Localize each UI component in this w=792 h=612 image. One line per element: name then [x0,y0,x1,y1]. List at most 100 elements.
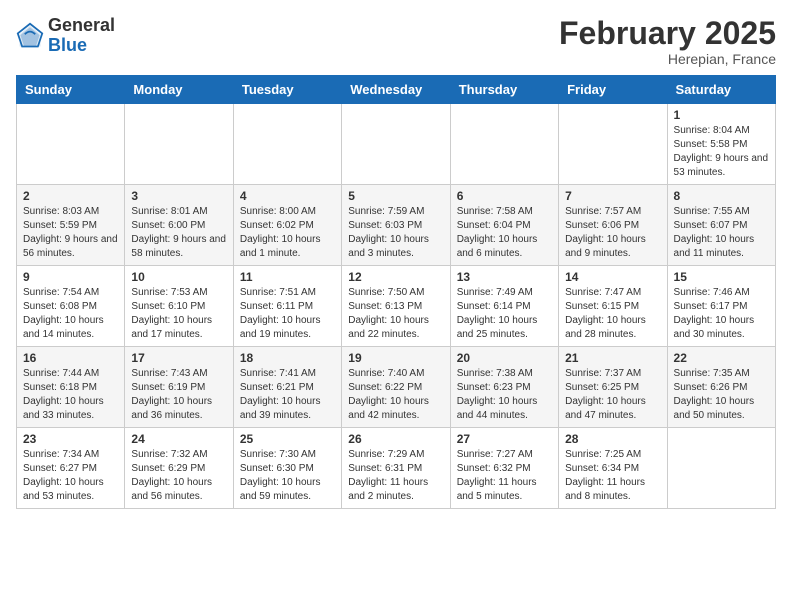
calendar-cell: 15 Sunrise: 7:46 AM Sunset: 6:17 PM Dayli… [667,266,775,347]
calendar-cell: 26 Sunrise: 7:29 AM Sunset: 6:31 PM Dayli… [342,428,450,509]
day-info: Sunrise: 7:49 AM Sunset: 6:14 PM Dayligh… [457,286,552,342]
day-info: Sunrise: 8:00 AM Sunset: 6:02 PM Dayligh… [240,205,335,261]
calendar-cell [125,104,233,185]
logo: General Blue [16,16,115,56]
day-info: Sunrise: 7:34 AM Sunset: 6:27 PM Dayligh… [23,448,118,504]
calendar-cell: 2Sunrise: 8:03 AM Sunset: 5:59 PM Daylig… [17,185,125,266]
day-number: 14 [565,270,660,284]
day-number: 17 [131,351,226,365]
calendar-cell: 28 Sunrise: 7:25 AM Sunset: 6:34 PM Dayli… [559,428,667,509]
logo-blue: Blue [48,35,87,55]
calendar-cell: 12 Sunrise: 7:50 AM Sunset: 6:13 PM Dayli… [342,266,450,347]
day-info: Sunrise: 7:59 AM Sunset: 6:03 PM Dayligh… [348,205,443,261]
day-info: Sunrise: 7:44 AM Sunset: 6:18 PM Dayligh… [23,367,118,423]
weekday-header-tuesday: Tuesday [233,76,341,104]
calendar-cell: 10 Sunrise: 7:53 AM Sunset: 6:10 PM Dayli… [125,266,233,347]
calendar-cell: 1 Sunrise: 8:04 AM Sunset: 5:58 PM Daylig… [667,104,775,185]
day-info: Sunrise: 7:55 AM Sunset: 6:07 PM Dayligh… [674,205,769,261]
day-info: Sunrise: 7:38 AM Sunset: 6:23 PM Dayligh… [457,367,552,423]
calendar-cell: 14Sunrise: 7:47 AM Sunset: 6:15 PM Dayli… [559,266,667,347]
calendar: SundayMondayTuesdayWednesdayThursdayFrid… [16,75,776,509]
calendar-cell: 27Sunrise: 7:27 AM Sunset: 6:32 PM Dayli… [450,428,558,509]
day-number: 19 [348,351,443,365]
week-row-4: 16 Sunrise: 7:44 AM Sunset: 6:18 PM Dayli… [17,347,776,428]
day-info: Sunrise: 7:32 AM Sunset: 6:29 PM Dayligh… [131,448,226,504]
day-info: Sunrise: 7:57 AM Sunset: 6:06 PM Dayligh… [565,205,660,261]
calendar-cell: 3Sunrise: 8:01 AM Sunset: 6:00 PM Daylig… [125,185,233,266]
day-number: 16 [23,351,118,365]
calendar-cell: 25 Sunrise: 7:30 AM Sunset: 6:30 PM Dayli… [233,428,341,509]
day-info: Sunrise: 7:43 AM Sunset: 6:19 PM Dayligh… [131,367,226,423]
calendar-cell: 13 Sunrise: 7:49 AM Sunset: 6:14 PM Dayli… [450,266,558,347]
day-number: 25 [240,432,335,446]
day-info: Sunrise: 7:54 AM Sunset: 6:08 PM Dayligh… [23,286,118,342]
day-number: 1 [674,108,769,122]
calendar-cell: 18 Sunrise: 7:41 AM Sunset: 6:21 PM Dayli… [233,347,341,428]
day-info: Sunrise: 7:27 AM Sunset: 6:32 PM Dayligh… [457,448,552,504]
month-year: February 2025 [559,16,776,51]
calendar-cell [450,104,558,185]
calendar-cell: 17 Sunrise: 7:43 AM Sunset: 6:19 PM Dayli… [125,347,233,428]
calendar-cell: 22 Sunrise: 7:35 AM Sunset: 6:26 PM Dayli… [667,347,775,428]
logo-text: General Blue [48,16,115,56]
day-info: Sunrise: 7:50 AM Sunset: 6:13 PM Dayligh… [348,286,443,342]
day-number: 20 [457,351,552,365]
calendar-cell: 23Sunrise: 7:34 AM Sunset: 6:27 PM Dayli… [17,428,125,509]
day-number: 13 [457,270,552,284]
day-info: Sunrise: 7:46 AM Sunset: 6:17 PM Dayligh… [674,286,769,342]
location: Herepian, France [559,51,776,67]
calendar-cell [17,104,125,185]
day-number: 3 [131,189,226,203]
day-info: Sunrise: 7:58 AM Sunset: 6:04 PM Dayligh… [457,205,552,261]
day-info: Sunrise: 7:29 AM Sunset: 6:31 PM Dayligh… [348,448,443,504]
weekday-header-row: SundayMondayTuesdayWednesdayThursdayFrid… [17,76,776,104]
day-number: 12 [348,270,443,284]
page-header: General Blue February 2025 Herepian, Fra… [16,16,776,67]
weekday-header-monday: Monday [125,76,233,104]
day-info: Sunrise: 8:03 AM Sunset: 5:59 PM Dayligh… [23,205,118,261]
weekday-header-friday: Friday [559,76,667,104]
calendar-cell [342,104,450,185]
day-info: Sunrise: 7:37 AM Sunset: 6:25 PM Dayligh… [565,367,660,423]
calendar-cell: 20 Sunrise: 7:38 AM Sunset: 6:23 PM Dayli… [450,347,558,428]
calendar-cell: 11 Sunrise: 7:51 AM Sunset: 6:11 PM Dayli… [233,266,341,347]
week-row-1: 1 Sunrise: 8:04 AM Sunset: 5:58 PM Daylig… [17,104,776,185]
day-number: 6 [457,189,552,203]
logo-general: General [48,15,115,35]
calendar-cell: 9 Sunrise: 7:54 AM Sunset: 6:08 PM Daylig… [17,266,125,347]
calendar-cell: 5Sunrise: 7:59 AM Sunset: 6:03 PM Daylig… [342,185,450,266]
day-number: 8 [674,189,769,203]
day-number: 11 [240,270,335,284]
calendar-cell: 8 Sunrise: 7:55 AM Sunset: 6:07 PM Daylig… [667,185,775,266]
day-number: 10 [131,270,226,284]
day-number: 7 [565,189,660,203]
calendar-cell: 4 Sunrise: 8:00 AM Sunset: 6:02 PM Daylig… [233,185,341,266]
day-info: Sunrise: 8:04 AM Sunset: 5:58 PM Dayligh… [674,124,769,180]
day-number: 4 [240,189,335,203]
weekday-header-thursday: Thursday [450,76,558,104]
calendar-cell: 21 Sunrise: 7:37 AM Sunset: 6:25 PM Dayli… [559,347,667,428]
calendar-cell: 16 Sunrise: 7:44 AM Sunset: 6:18 PM Dayli… [17,347,125,428]
day-number: 22 [674,351,769,365]
day-number: 9 [23,270,118,284]
calendar-cell: 24 Sunrise: 7:32 AM Sunset: 6:29 PM Dayli… [125,428,233,509]
day-number: 18 [240,351,335,365]
calendar-cell: 7 Sunrise: 7:57 AM Sunset: 6:06 PM Daylig… [559,185,667,266]
weekday-header-saturday: Saturday [667,76,775,104]
calendar-cell [667,428,775,509]
calendar-cell: 6 Sunrise: 7:58 AM Sunset: 6:04 PM Daylig… [450,185,558,266]
day-number: 26 [348,432,443,446]
day-number: 28 [565,432,660,446]
day-info: Sunrise: 7:53 AM Sunset: 6:10 PM Dayligh… [131,286,226,342]
calendar-cell [559,104,667,185]
day-info: Sunrise: 7:35 AM Sunset: 6:26 PM Dayligh… [674,367,769,423]
day-info: Sunrise: 7:51 AM Sunset: 6:11 PM Dayligh… [240,286,335,342]
calendar-cell [233,104,341,185]
day-number: 15 [674,270,769,284]
day-info: Sunrise: 7:41 AM Sunset: 6:21 PM Dayligh… [240,367,335,423]
day-info: Sunrise: 7:25 AM Sunset: 6:34 PM Dayligh… [565,448,660,504]
day-number: 24 [131,432,226,446]
day-info: Sunrise: 7:30 AM Sunset: 6:30 PM Dayligh… [240,448,335,504]
day-number: 21 [565,351,660,365]
weekday-header-sunday: Sunday [17,76,125,104]
